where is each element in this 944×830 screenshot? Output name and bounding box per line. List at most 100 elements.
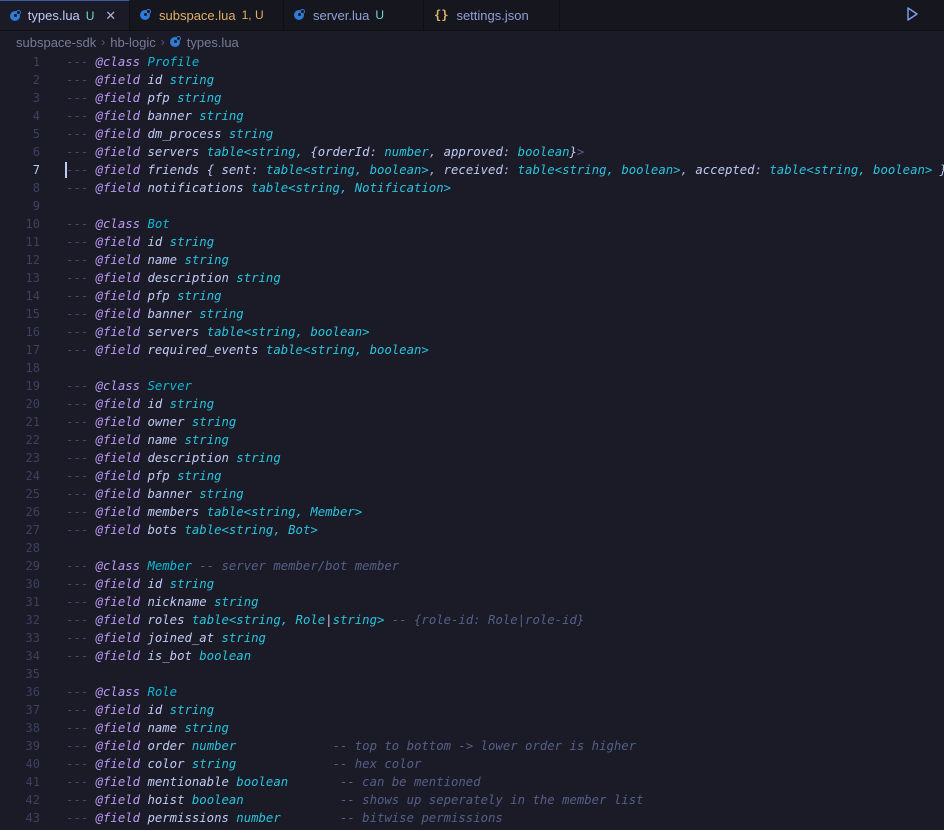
code-line[interactable]: 9 — [0, 197, 944, 215]
code-text: --- @field mentionable boolean -- can be… — [66, 773, 481, 791]
code-text: --- @field id string — [66, 701, 214, 719]
breadcrumb-item[interactable]: types.lua — [187, 35, 239, 50]
code-text: --- @class Bot — [66, 215, 170, 233]
code-line[interactable]: 14 --- @field pfp string — [0, 287, 944, 305]
code-line[interactable]: 41 --- @field mentionable boolean -- can … — [0, 773, 944, 791]
field-name: description — [147, 271, 229, 285]
code-line[interactable]: 35 — [0, 665, 944, 683]
code-line[interactable]: 25 --- @field banner string — [0, 485, 944, 503]
code-line[interactable]: 37 --- @field id string — [0, 701, 944, 719]
code-line[interactable]: 21 --- @field owner string — [0, 413, 944, 431]
field-name: pfp — [147, 91, 170, 105]
code-line[interactable]: 1 --- @class Profile — [0, 53, 944, 71]
code-line[interactable]: 23 --- @field description string — [0, 449, 944, 467]
annotation-keyword: @field — [95, 343, 141, 357]
code-line[interactable]: 24 --- @field pfp string — [0, 467, 944, 485]
type-name: boolean — [191, 793, 244, 807]
annotation-keyword: @field — [95, 577, 141, 591]
code-line[interactable]: 18 — [0, 359, 944, 377]
code-line[interactable]: 31 --- @field nickname string — [0, 593, 944, 611]
code-line[interactable]: 27 --- @field bots table<string, Bot> — [0, 521, 944, 539]
code-line[interactable]: 30 --- @field id string — [0, 575, 944, 593]
field-name: mentionable — [147, 775, 229, 789]
code-line[interactable]: 34 --- @field is_bot boolean — [0, 647, 944, 665]
line-number: 6 — [32, 145, 40, 159]
code-line[interactable]: 8 --- @field notifications table<string, … — [0, 179, 944, 197]
code-line[interactable]: 15 --- @field banner string — [0, 305, 944, 323]
punctuation: : — [502, 163, 518, 177]
annotation-keyword: @field — [95, 613, 141, 627]
play-icon[interactable] — [906, 7, 920, 23]
code-line[interactable]: 39 --- @field order number -- top to bott… — [0, 737, 944, 755]
tab-status-badge: U — [375, 8, 385, 22]
breadcrumb-item[interactable]: hb-logic — [110, 35, 156, 50]
lua-icon — [294, 9, 306, 21]
lua-icon-hole — [173, 40, 177, 43]
code-line[interactable]: 6 --- @field servers table<string, {order… — [0, 143, 944, 161]
code-line[interactable]: 12 --- @field name string — [0, 251, 944, 269]
code-line[interactable]: 2 --- @field id string — [0, 71, 944, 89]
line-number: 25 — [25, 487, 40, 501]
tab-server-lua[interactable]: server.lua U — [284, 0, 424, 30]
field-name: nickname — [147, 595, 207, 609]
code-line[interactable]: 17 --- @field required_events table<strin… — [0, 341, 944, 359]
code-text: --- @class Server — [66, 377, 192, 395]
code-line[interactable]: 28 — [0, 539, 944, 557]
comment-text: -- top to bottom -> lower order is highe… — [332, 739, 637, 753]
code-line[interactable]: 19 --- @class Server — [0, 377, 944, 395]
code-text: --- @field banner string — [66, 305, 244, 323]
annotation-keyword: @field — [95, 145, 141, 159]
code-line[interactable]: 7 --- @field friends { sent: table<string… — [0, 161, 944, 179]
code-line[interactable]: 36 --- @class Role — [0, 683, 944, 701]
code-line[interactable]: 26 --- @field members table<string, Membe… — [0, 503, 944, 521]
code-line[interactable]: 4 --- @field banner string — [0, 107, 944, 125]
code-line[interactable]: 38 --- @field name string — [0, 719, 944, 737]
code-line[interactable]: 33 --- @field joined_at string — [0, 629, 944, 647]
code-line[interactable]: 29 --- @class Member -- server member/bot… — [0, 557, 944, 575]
type-name: table<string, — [206, 145, 311, 159]
annotation-keyword: @field — [95, 451, 141, 465]
field-name: name — [147, 253, 178, 267]
code-line[interactable]: 5 --- @field dm_process string — [0, 125, 944, 143]
code-editor[interactable]: 1 --- @class Profile 2 --- @field id string… — [0, 53, 944, 830]
code-line[interactable]: 43 --- @field permissions number -- bitwi… — [0, 809, 944, 827]
code-text: --- @field pfp string — [66, 89, 222, 107]
breadcrumb: subspace-sdk › hb-logic › types.lua — [0, 31, 944, 53]
code-line[interactable]: 16 --- @field servers table<string, boole… — [0, 323, 944, 341]
code-line[interactable]: 40 --- @field color string -- hex color — [0, 755, 944, 773]
tab-settings-json[interactable]: {} settings.json — [424, 0, 560, 30]
code-text: --- @field dm_process string — [66, 125, 273, 143]
line-number: 3 — [32, 91, 40, 105]
code-line[interactable]: 22 --- @field name string — [0, 431, 944, 449]
code-line[interactable]: 10 --- @class Bot — [0, 215, 944, 233]
comment-dashes: --- — [66, 397, 89, 411]
comment-dashes: --- — [66, 127, 89, 141]
code-line[interactable]: 13 --- @field description string — [0, 269, 944, 287]
line-number: 13 — [25, 271, 40, 285]
code-line[interactable]: 3 --- @field pfp string — [0, 89, 944, 107]
close-icon[interactable]: ✕ — [104, 8, 117, 23]
line-number: 11 — [25, 235, 40, 249]
comment-dashes: --- — [66, 595, 89, 609]
code-line[interactable]: 11 --- @field id string — [0, 233, 944, 251]
code-line[interactable]: 20 --- @field id string — [0, 395, 944, 413]
code-text: --- @field notifications table<string, N… — [66, 179, 451, 197]
annotation-keyword: @field — [95, 487, 141, 501]
code-line[interactable]: 32 --- @field roles table<string, Role|st… — [0, 611, 944, 629]
tab-subspace-lua[interactable]: subspace.lua 1, U — [130, 0, 284, 30]
comment-dashes: --- — [66, 91, 89, 105]
code-line[interactable]: 42 --- @field hoist boolean -- shows up s… — [0, 791, 944, 809]
brace: } — [569, 145, 577, 159]
breadcrumb-item[interactable]: subspace-sdk — [16, 35, 96, 50]
comment-dashes: --- — [66, 415, 89, 429]
tab-types-lua[interactable]: types.lua U ✕ — [0, 0, 130, 30]
